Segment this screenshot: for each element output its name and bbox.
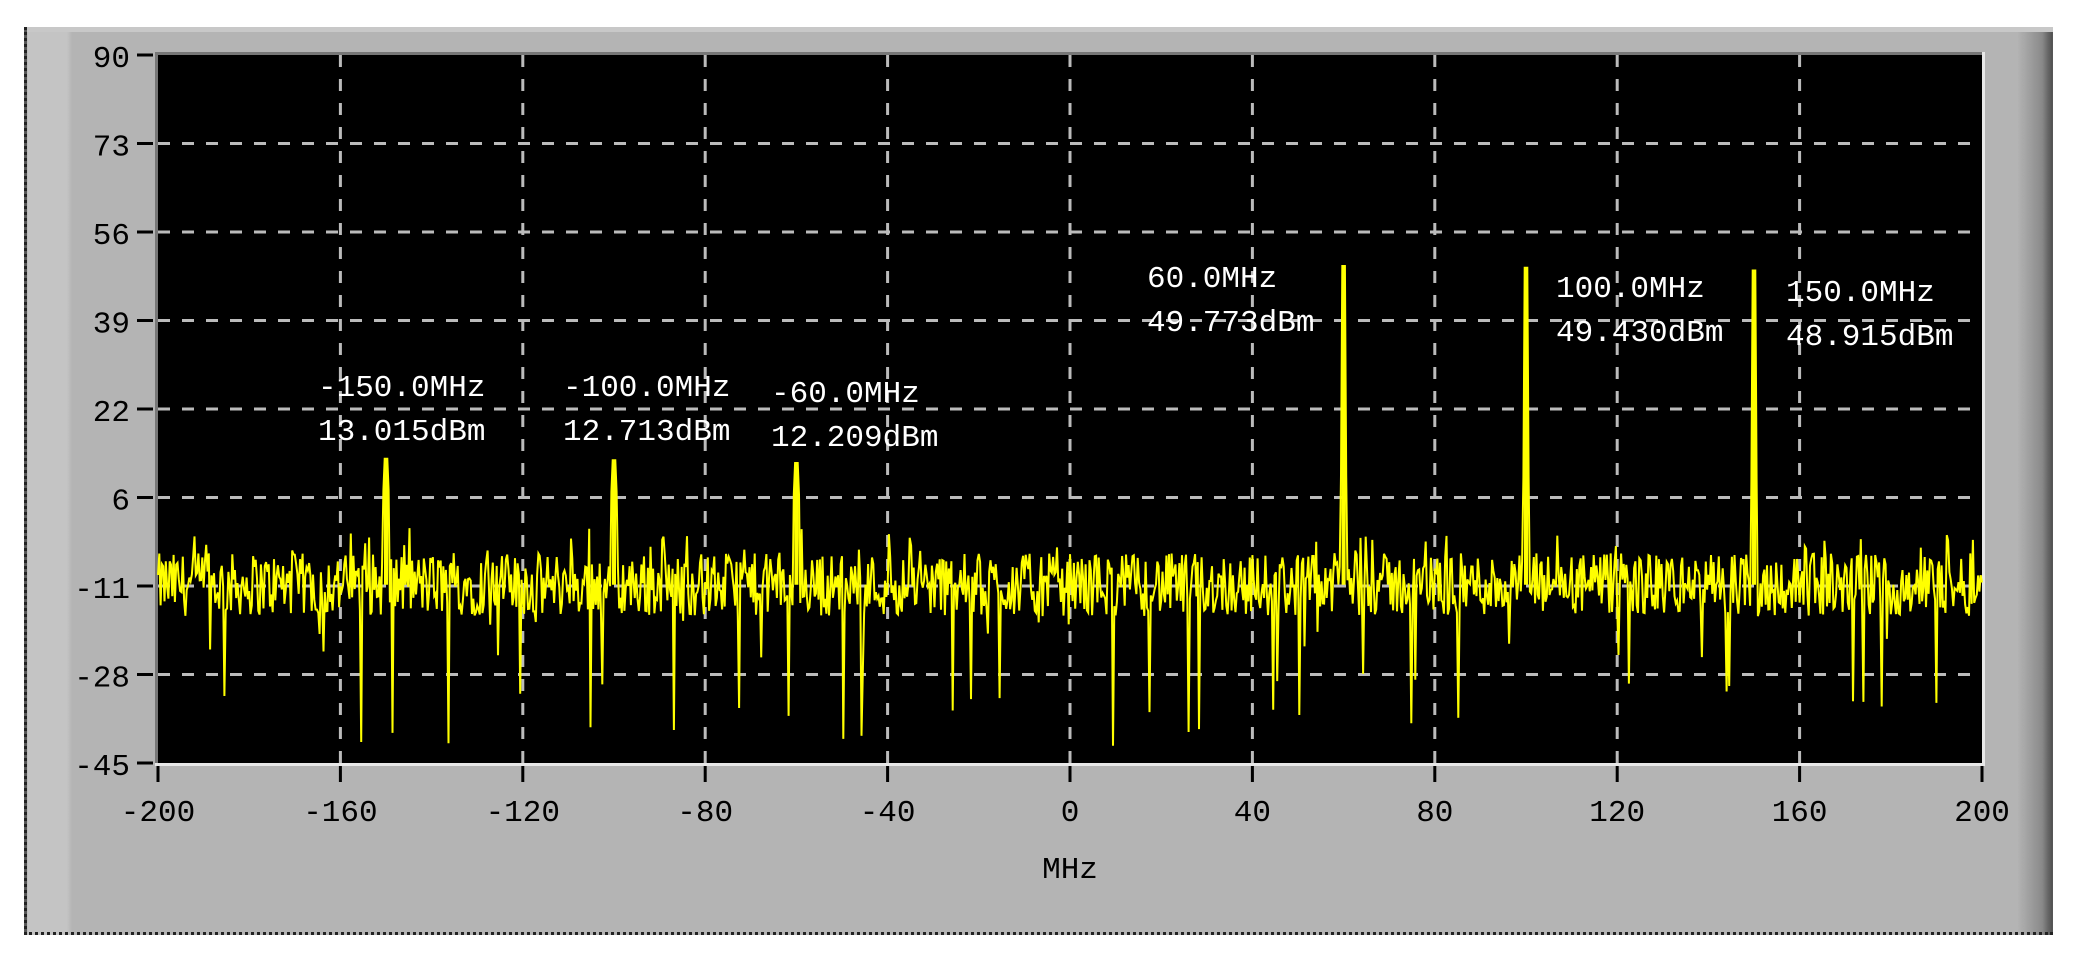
y-tick-label: 56: [93, 219, 130, 254]
y-tick-label: -45: [74, 750, 130, 785]
x-tick-label: -80: [677, 796, 733, 831]
x-tick-label: 0: [1061, 796, 1080, 831]
peak-freq-label: -100.0MHz: [563, 371, 731, 406]
peak-freq-label: 100.0MHz: [1556, 272, 1705, 307]
spectrum-chart: -200 -160 -120 -80 -40 0 40 80 120 160 200 90 73 56 39…: [74, 42, 2010, 888]
peak-freq-label: 60.0MHz: [1147, 262, 1278, 297]
peak-freq-label: 150.0MHz: [1786, 276, 1935, 311]
x-tick-label: -40: [860, 796, 916, 831]
peak-level-label: 12.713dBm: [563, 415, 731, 450]
y-tick-label: 73: [93, 131, 130, 166]
y-tick-label: 6: [111, 485, 130, 520]
y-tick-label: -28: [74, 662, 130, 697]
x-tick-label: -120: [486, 796, 560, 831]
x-axis-label: MHz: [1042, 853, 1098, 888]
y-tick-label: -11: [74, 573, 130, 608]
peak-level-label: 49.430dBm: [1556, 316, 1724, 351]
x-tick-label: 40: [1234, 796, 1271, 831]
y-tick-label: 90: [93, 42, 130, 77]
y-tick-label: 22: [93, 396, 130, 431]
peak-annotation: -150.0MHz 13.015dBm: [318, 367, 485, 455]
x-tick-label: -160: [303, 796, 377, 831]
peak-annotation: 60.0MHz 49.773dBm: [1147, 258, 1314, 346]
x-tick-label: 80: [1416, 796, 1453, 831]
x-tick-label: 200: [1954, 796, 2010, 831]
peak-annotation: -100.0MHz 12.713dBm: [563, 367, 730, 455]
peak-level-label: 49.773dBm: [1147, 306, 1315, 341]
y-tick-label: 39: [93, 308, 130, 343]
x-tick-label: -200: [121, 796, 195, 831]
peak-annotation: 100.0MHz 49.430dBm: [1556, 268, 1723, 356]
peak-annotation: 150.0MHz 48.915dBm: [1786, 272, 1953, 360]
peak-level-label: 13.015dBm: [318, 415, 486, 450]
peak-annotation: -60.0MHz 12.209dBm: [771, 373, 938, 461]
x-tick-label: 120: [1589, 796, 1645, 831]
peak-level-label: 12.209dBm: [771, 421, 939, 456]
peak-freq-label: -150.0MHz: [318, 371, 486, 406]
x-tick-label: 160: [1772, 796, 1828, 831]
peak-level-label: 48.915dBm: [1786, 320, 1954, 355]
peak-freq-label: -60.0MHz: [771, 377, 920, 412]
